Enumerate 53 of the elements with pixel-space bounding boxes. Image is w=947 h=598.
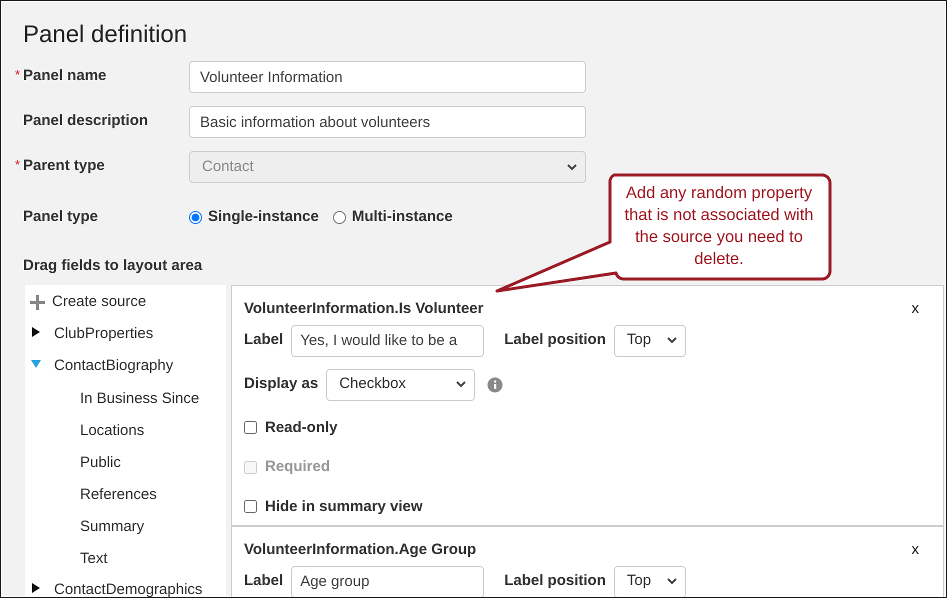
checkbox[interactable] [244, 500, 257, 514]
field-label: Panel name [23, 66, 106, 86]
label-caption: Label [244, 330, 284, 350]
tree-item[interactable]: ClubProperties [54, 323, 154, 346]
checkbox-label: Required [265, 457, 330, 477]
radio-button[interactable] [189, 210, 202, 224]
field-label: Panel description [23, 111, 148, 131]
tree-item[interactable]: Public [80, 454, 121, 471]
callout-text: Add any random property that is not associated with the source you need to delete. [624, 183, 814, 270]
triangle-right-icon[interactable] [31, 327, 41, 337]
close-button[interactable]: x [912, 539, 919, 562]
radio-label: Multi-instance [352, 207, 453, 227]
triangle-right-icon[interactable] [31, 583, 41, 593]
chevron-icon [456, 381, 466, 388]
section-label: Drag fields to layout area [23, 256, 202, 276]
tree-item[interactable]: ContactBiography [54, 355, 174, 378]
select-field[interactable]: Top [614, 566, 686, 597]
input-field[interactable]: Yes, I would like to be a [291, 324, 484, 356]
label-position-caption: Label position [504, 330, 606, 350]
page-title: Panel definition [23, 20, 188, 50]
chevron-icon [666, 578, 677, 585]
field-label: Panel type [23, 207, 100, 227]
label-position-caption: Label position [504, 570, 606, 590]
close-button[interactable]: x [912, 298, 919, 320]
plus-icon [30, 294, 45, 310]
triangle-down-icon[interactable] [31, 359, 41, 369]
info-icon[interactable] [487, 376, 504, 392]
required-marker-text: * [15, 156, 20, 174]
select-field[interactable]: Top [614, 324, 686, 356]
display-caption: Display as [244, 374, 318, 394]
tree-item[interactable]: Summary [80, 518, 144, 535]
field-title: VolunteerInformation.Age Group [244, 540, 476, 560]
tree-item[interactable]: In Business Since [80, 390, 200, 407]
label-caption: Label [244, 570, 284, 590]
radio-button[interactable] [332, 210, 346, 224]
chevron-icon [666, 337, 677, 344]
field-title: VolunteerInformation.Is Volunteer [244, 299, 484, 319]
select-field[interactable]: Checkbox [326, 368, 476, 400]
required-marker-text: * [15, 66, 20, 84]
tree-item[interactable]: ContactDemographics [54, 579, 202, 597]
tree-item[interactable]: Locations [80, 422, 144, 439]
input-field[interactable]: Basic information about volunteers [189, 106, 586, 138]
create-source-link[interactable]: Create source [52, 291, 146, 314]
checkbox-label: Hide in summary view [265, 496, 423, 516]
checkbox[interactable] [244, 421, 257, 434]
input-field[interactable]: Age group [291, 566, 484, 597]
radio-label: Single-instance [208, 207, 319, 227]
input-field[interactable]: Volunteer Information [189, 61, 586, 93]
checkbox-label: Read-only [265, 418, 338, 438]
field-label: Parent type [23, 156, 105, 176]
tree-item[interactable]: References [80, 486, 157, 503]
tree-item[interactable]: Text [80, 550, 108, 567]
chevron-icon [567, 164, 577, 170]
